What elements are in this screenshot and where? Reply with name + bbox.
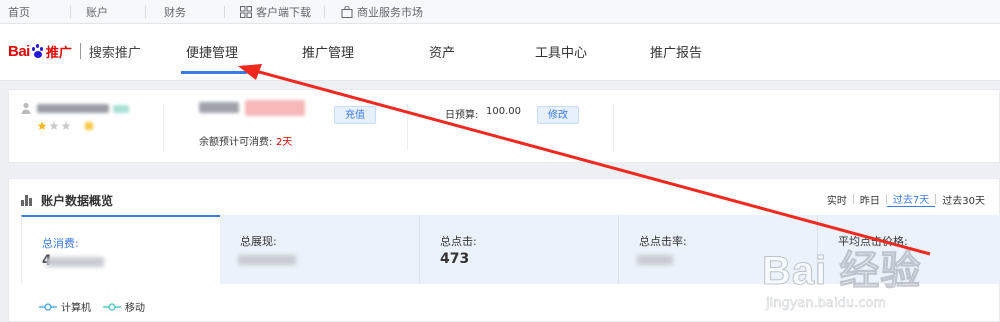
- annotation-arrow: [238, 64, 931, 256]
